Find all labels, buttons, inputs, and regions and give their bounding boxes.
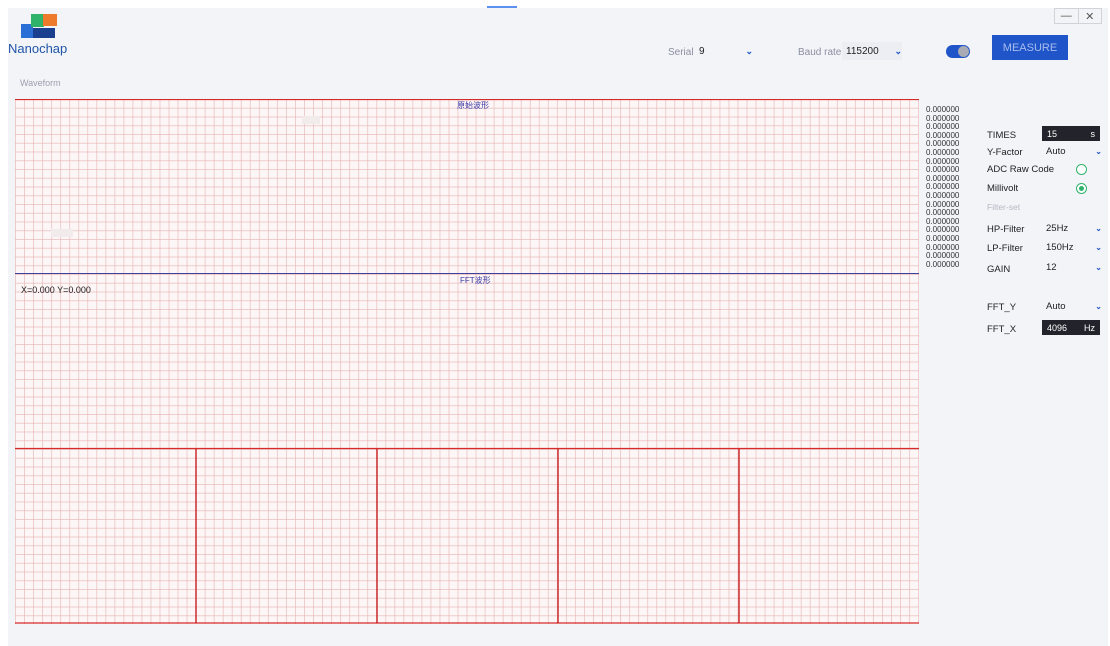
waveform-plot-area[interactable]: 原始波形 FFT波形 X=0.000 Y=0.000 [15,99,919,624]
filter-set-label: Filter-set [987,202,1021,212]
raw-waveform-title: 原始波形 [457,101,489,110]
chevron-down-icon: ⌄ [1095,263,1102,272]
adc-raw-code-radio[interactable] [1076,164,1087,175]
lp-filter-value: 150Hz [1046,242,1074,253]
app-window: Nanochap Serial 9 ⌄ Baud rate 115200 ⌄ M… [8,8,1108,646]
fft-x-unit: Hz [1084,322,1095,333]
fft-x-label: FFT_X [987,324,1017,335]
fft-y-label: FFT_Y [987,302,1017,313]
times-input[interactable]: 15 s [1042,126,1100,141]
serial-port-select[interactable]: 9 ⌄ [697,42,753,60]
gain-label: GAIN [987,264,1011,275]
lp-filter-select[interactable]: 150Hz ⌄ [1046,240,1102,255]
toggle-knob [958,46,969,57]
nanochap-logo [21,14,57,38]
lp-filter-label: LP-Filter [987,243,1023,254]
header: Nanochap Serial 9 ⌄ Baud rate 115200 ⌄ M… [8,8,1108,76]
times-value: 15 [1047,128,1058,139]
chevron-down-icon: ⌄ [1095,243,1102,252]
gain-select[interactable]: 12 ⌄ [1046,260,1102,275]
fft-x-value: 4096 [1047,322,1068,333]
y-factor-select[interactable]: Auto ⌄ [1046,144,1102,159]
hp-filter-value: 25Hz [1046,223,1069,234]
chevron-down-icon: ⌄ [1095,224,1102,233]
y-factor-label: Y-Factor [987,147,1023,158]
adc-raw-code-label: ADC Raw Code [987,164,1055,175]
brand-name: Nanochap [8,41,68,56]
chevron-down-icon: ⌄ [1095,147,1102,156]
chevron-down-icon: ⌄ [894,45,902,56]
channel-values-list: 0.000000 0.000000 0.000000 0.000000 0.000000… [926,105,960,269]
settings-panel: TIMES 15 s Y-Factor Auto ⌄ ADC Raw Code … [980,8,1108,408]
hp-filter-select[interactable]: 25Hz ⌄ [1046,221,1102,236]
times-unit: s [1090,128,1096,139]
fft-waveform-title: FFT波形 [460,276,491,285]
chevron-down-icon: ⌄ [1095,302,1102,311]
connection-toggle[interactable] [946,45,970,58]
baud-rate-label: Baud rate [798,47,842,58]
y-factor-value: Auto [1046,146,1066,157]
baud-rate-select[interactable]: 115200 ⌄ [842,42,902,60]
baud-rate-value: 115200 [846,45,879,57]
fft-x-input[interactable]: 4096 Hz [1042,320,1100,335]
channel-value: 0.000000 [926,259,960,269]
plot-lines [15,99,919,624]
times-label: TIMES [987,130,1017,141]
chevron-down-icon: ⌄ [745,45,753,56]
millivolt-radio[interactable] [1076,183,1087,194]
serial-label: Serial [668,47,694,58]
fft-y-select[interactable]: Auto ⌄ [1046,299,1102,314]
millivolt-label: Millivolt [987,183,1019,194]
gain-value: 12 [1046,262,1057,273]
hp-filter-label: HP-Filter [987,224,1025,235]
fft-y-value: Auto [1046,301,1066,312]
serial-port-value: 9 [699,45,705,57]
waveform-section-label: Waveform [20,78,61,88]
cursor-coordinate-readout: X=0.000 Y=0.000 [21,285,91,295]
